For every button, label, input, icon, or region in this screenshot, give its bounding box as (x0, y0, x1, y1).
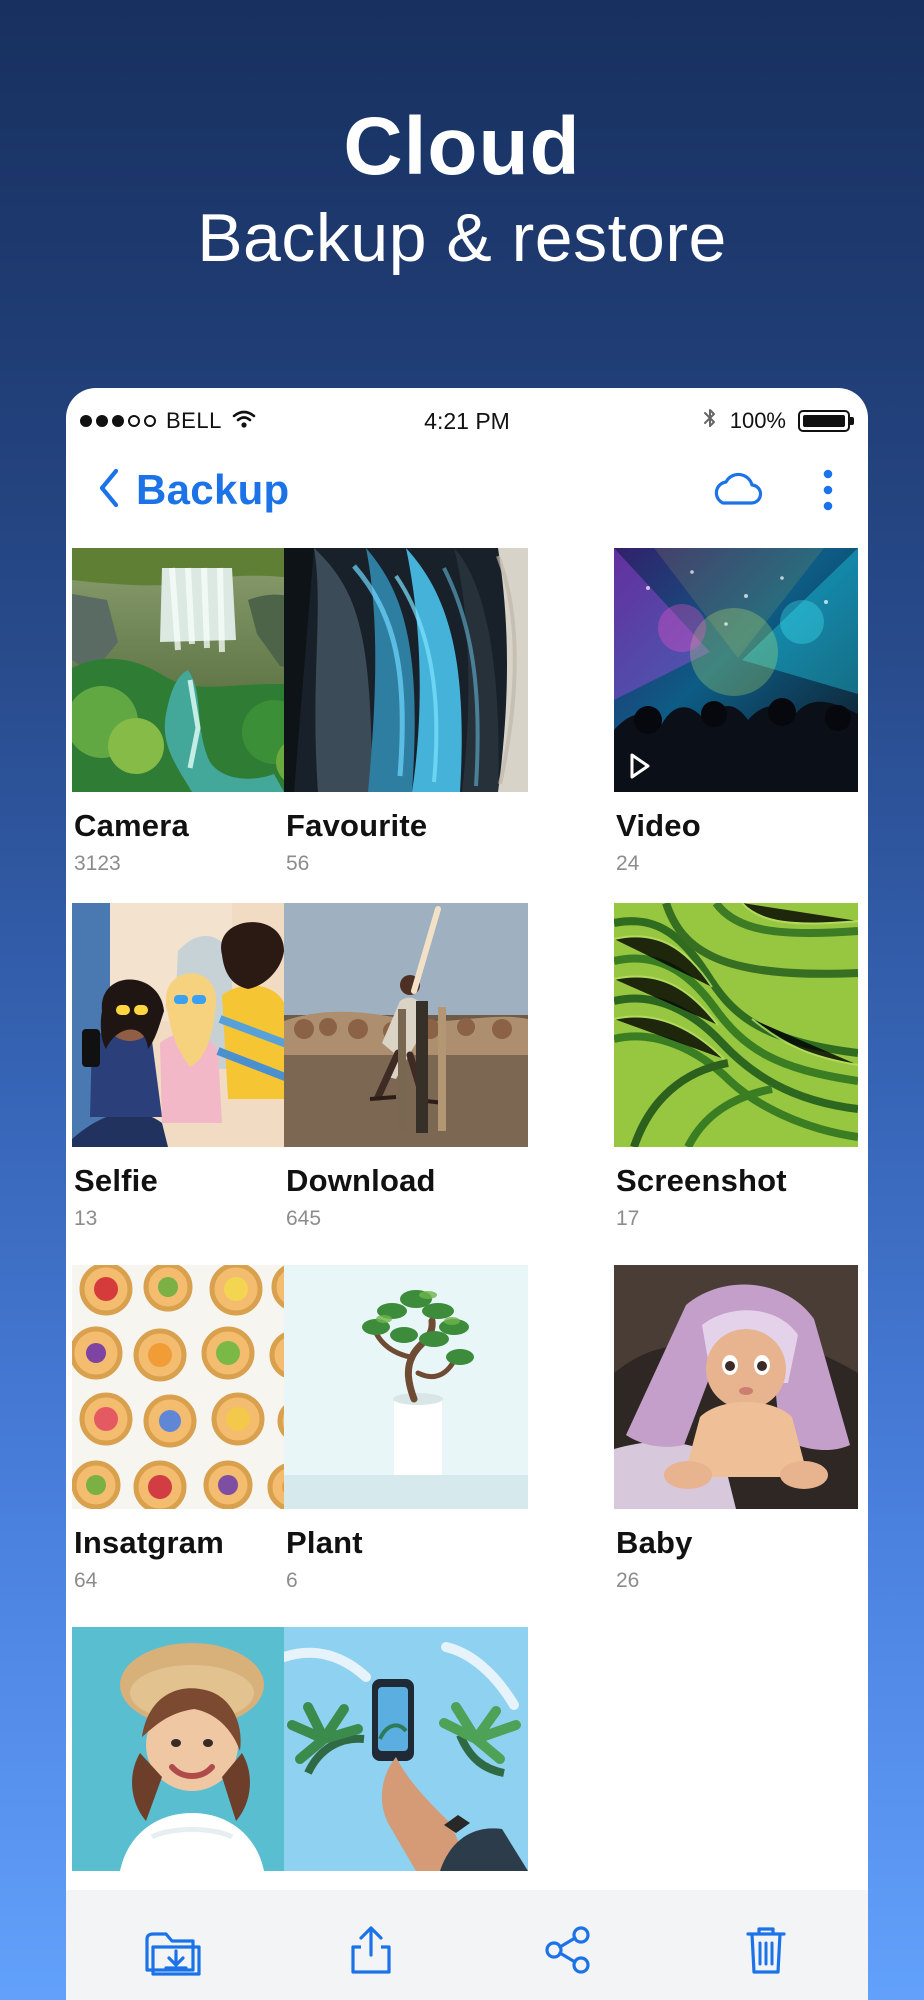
album-thumbnail (72, 548, 316, 792)
album-name: Camera (74, 808, 189, 843)
trash-icon (746, 1927, 786, 1974)
feathers-photo (284, 548, 528, 792)
album-thumbnail (284, 1265, 528, 1509)
album-thumbnail (72, 1627, 316, 1871)
album-selfie[interactable]: Selfie 13 (72, 903, 316, 1233)
album-count: 6 (286, 1569, 298, 1592)
album-name: Plant (286, 1525, 363, 1560)
album-plant[interactable]: Plant 6 (284, 1265, 528, 1595)
hero-subtitle: Backup & restore (197, 200, 727, 276)
album-name: Selfie (74, 1163, 158, 1198)
album-camera[interactable]: Camera 3123 (72, 548, 316, 878)
share-nodes-icon (545, 1926, 590, 1974)
hero-title: Cloud (343, 101, 581, 192)
album-count: 13 (74, 1207, 98, 1230)
album-count: 56 (286, 852, 310, 875)
baby-photo (614, 1265, 858, 1509)
album-count: 3123 (74, 852, 121, 875)
download-folder-button[interactable] (140, 1918, 204, 1982)
album-name: Screenshot (616, 1163, 787, 1198)
bottom-toolbar (66, 1890, 868, 2000)
bonsai-photo (284, 1265, 528, 1509)
field-aerial-photo (614, 903, 858, 1147)
delete-button[interactable] (734, 1918, 798, 1982)
album-thumbnail (614, 1265, 858, 1509)
album-count: 17 (616, 1207, 640, 1230)
album-count: 26 (616, 1569, 640, 1592)
album-thumbnail (284, 903, 528, 1147)
album-baby[interactable]: Baby 26 (614, 1265, 858, 1595)
album-name: Insatgram (74, 1525, 224, 1560)
album-name: Download (286, 1163, 436, 1198)
album-thumbnail (72, 1265, 316, 1509)
album-thumbnail (284, 548, 528, 792)
play-icon (630, 753, 650, 779)
phone-screen: BELL 4:21 PM 100% Backup Camera 3123 Fav… (66, 388, 868, 2000)
album-name: Favourite (286, 808, 428, 843)
share-button[interactable] (339, 1918, 403, 1982)
connect-share-button[interactable] (536, 1918, 600, 1982)
album-count: 645 (286, 1207, 322, 1230)
phone-sky-photo (284, 1627, 528, 1871)
album-thumbnail (72, 903, 316, 1147)
album-count: 64 (74, 1569, 98, 1592)
portrait-photo (72, 1627, 316, 1871)
folder-download-icon (145, 1932, 201, 1976)
cricket-photo (284, 903, 528, 1147)
album-favourite[interactable]: Favourite 56 (284, 548, 528, 878)
album-thumbnail (284, 1627, 528, 1871)
album-screenshot[interactable]: Screenshot 17 (614, 903, 858, 1233)
album-thumbnail (614, 903, 858, 1147)
selfie-photo (72, 903, 316, 1147)
hero: Cloud Backup & restore (0, 102, 924, 278)
pastries-photo (72, 1265, 316, 1509)
album-count: 24 (616, 852, 640, 875)
album-name: Baby (616, 1525, 693, 1560)
waterfall-photo (72, 548, 316, 792)
album-grid: Camera 3123 Favourite 56 Video 24 Selfie… (66, 388, 868, 2000)
share-icon (351, 1926, 391, 1974)
album-thumbnail (614, 548, 858, 792)
album-insatgram[interactable]: Insatgram 64 (72, 1265, 316, 1595)
album-name: Video (616, 808, 701, 843)
album-download[interactable]: Download 645 (284, 903, 528, 1233)
album-video[interactable]: Video 24 (614, 548, 858, 878)
